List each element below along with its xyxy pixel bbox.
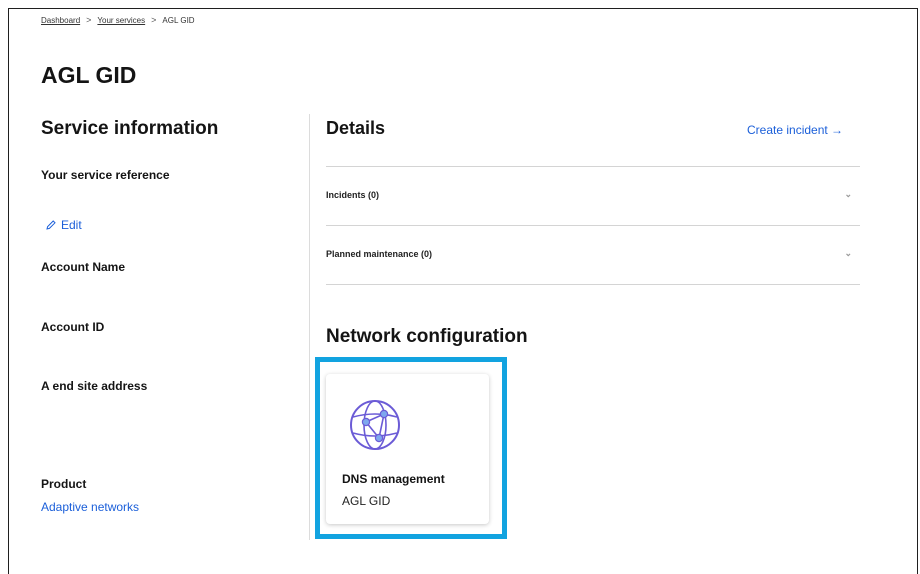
a-end-site-address-label: A end site address [41,379,148,393]
divider [326,225,860,226]
edit-label: Edit [61,218,82,232]
chevron-down-icon: ⌄ [844,248,852,258]
product-label: Product [41,477,87,491]
edit-link[interactable]: Edit [45,218,82,232]
card-subtitle: AGL GID [342,494,391,508]
globe-network-icon [350,400,400,450]
dns-management-card[interactable]: DNS management AGL GID [326,374,489,524]
breadcrumb-your-services[interactable]: Your services [97,16,145,25]
breadcrumb-dashboard[interactable]: Dashboard [41,16,80,25]
account-name-label: Account Name [41,260,126,274]
accordion-planned-maintenance[interactable]: Planned maintenance (0) ⌄ [326,248,860,259]
breadcrumb-separator: > [86,15,92,25]
chevron-down-icon: ⌄ [844,189,852,199]
card-title: DNS management [342,472,445,486]
service-information-heading: Service information [41,118,219,139]
accordion-label: Planned maintenance (0) [326,248,433,259]
details-heading: Details [326,118,386,138]
breadcrumb-separator: > [151,15,157,25]
page-title: AGL GID [41,62,137,88]
divider [326,284,860,285]
breadcrumb-current: AGL GID [162,15,195,25]
breadcrumb: Dashboard > Your services > AGL GID [41,15,195,25]
accordion-label: Incidents (0) [326,189,380,200]
network-configuration-heading: Network configuration [326,326,528,347]
product-link[interactable]: Adaptive networks [41,500,139,514]
service-reference-label: Your service reference [41,168,170,182]
accordion-incidents[interactable]: Incidents (0) ⌄ [326,189,860,200]
create-incident-link[interactable]: Create incident → [747,123,843,137]
pencil-icon [46,220,56,230]
service-information-panel: Service information [41,118,291,140]
account-id-label: Account ID [41,320,105,334]
column-divider [309,114,310,540]
divider [326,166,860,167]
